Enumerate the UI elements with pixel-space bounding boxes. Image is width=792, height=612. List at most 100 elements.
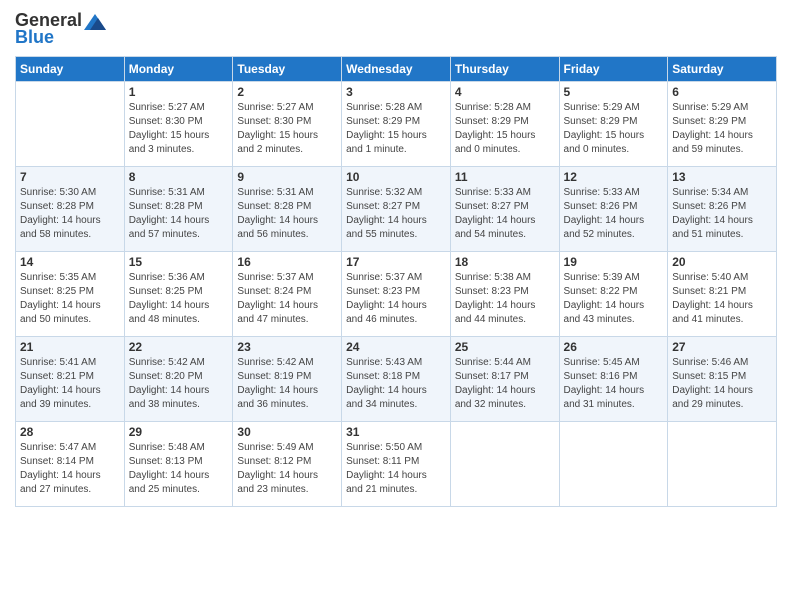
day-info: Sunrise: 5:46 AMSunset: 8:15 PMDaylight:…	[672, 356, 772, 412]
calendar-table: SundayMondayTuesdayWednesdayThursdayFrid…	[15, 56, 777, 507]
day-info: Sunrise: 5:38 AMSunset: 8:23 PMDaylight:…	[455, 271, 555, 327]
day-number: 26	[564, 340, 664, 354]
day-info: Sunrise: 5:35 AMSunset: 8:25 PMDaylight:…	[20, 271, 120, 327]
day-number: 30	[237, 425, 337, 439]
calendar-cell: 18Sunrise: 5:38 AMSunset: 8:23 PMDayligh…	[450, 252, 559, 337]
day-number: 15	[129, 255, 229, 269]
day-info: Sunrise: 5:45 AMSunset: 8:16 PMDaylight:…	[564, 356, 664, 412]
day-number: 29	[129, 425, 229, 439]
calendar-week-row: 14 Sunrise: 5:35 AMSunset: 8:25 PMDayligh…	[16, 252, 777, 337]
day-info: Sunrise: 5:40 AMSunset: 8:21 PMDaylight:…	[672, 271, 772, 327]
day-number: 8	[129, 170, 229, 184]
day-header-wednesday: Wednesday	[342, 57, 451, 82]
day-number: 20	[672, 255, 772, 269]
day-number: 19	[564, 255, 664, 269]
calendar-cell: 20 Sunrise: 5:40 AMSunset: 8:21 PMDayligh…	[668, 252, 777, 337]
day-header-thursday: Thursday	[450, 57, 559, 82]
calendar-cell	[16, 82, 125, 167]
day-number: 28	[20, 425, 120, 439]
day-header-saturday: Saturday	[668, 57, 777, 82]
day-number: 14	[20, 255, 120, 269]
day-info: Sunrise: 5:29 AMSunset: 8:29 PMDaylight:…	[564, 101, 664, 157]
day-number: 12	[564, 170, 664, 184]
calendar-cell	[450, 422, 559, 507]
calendar-week-row: 21 Sunrise: 5:41 AMSunset: 8:21 PMDayligh…	[16, 337, 777, 422]
day-number: 13	[672, 170, 772, 184]
day-info: Sunrise: 5:29 AMSunset: 8:29 PMDaylight:…	[672, 101, 772, 157]
calendar-header-row: SundayMondayTuesdayWednesdayThursdayFrid…	[16, 57, 777, 82]
calendar-cell: 29 Sunrise: 5:48 AMSunset: 8:13 PMDayligh…	[124, 422, 233, 507]
calendar-cell: 7 Sunrise: 5:30 AMSunset: 8:28 PMDaylight…	[16, 167, 125, 252]
day-number: 11	[455, 170, 555, 184]
day-header-monday: Monday	[124, 57, 233, 82]
calendar-cell: 24 Sunrise: 5:43 AMSunset: 8:18 PMDayligh…	[342, 337, 451, 422]
calendar-cell: 8 Sunrise: 5:31 AMSunset: 8:28 PMDaylight…	[124, 167, 233, 252]
day-info: Sunrise: 5:41 AMSunset: 8:21 PMDaylight:…	[20, 356, 120, 412]
day-info: Sunrise: 5:34 AMSunset: 8:26 PMDaylight:…	[672, 186, 772, 242]
day-info: Sunrise: 5:31 AMSunset: 8:28 PMDaylight:…	[237, 186, 337, 242]
day-info: Sunrise: 5:28 AMSunset: 8:29 PMDaylight:…	[346, 101, 446, 157]
day-info: Sunrise: 5:50 AMSunset: 8:11 PMDaylight:…	[346, 441, 446, 497]
calendar-cell: 31 Sunrise: 5:50 AMSunset: 8:11 PMDayligh…	[342, 422, 451, 507]
calendar-week-row: 28 Sunrise: 5:47 AMSunset: 8:14 PMDayligh…	[16, 422, 777, 507]
day-info: Sunrise: 5:49 AMSunset: 8:12 PMDaylight:…	[237, 441, 337, 497]
calendar-cell: 11 Sunrise: 5:33 AMSunset: 8:27 PMDayligh…	[450, 167, 559, 252]
day-number: 10	[346, 170, 446, 184]
calendar-cell: 14 Sunrise: 5:35 AMSunset: 8:25 PMDayligh…	[16, 252, 125, 337]
day-info: Sunrise: 5:31 AMSunset: 8:28 PMDaylight:…	[129, 186, 229, 242]
day-info: Sunrise: 5:27 AMSunset: 8:30 PMDaylight:…	[129, 101, 229, 157]
calendar-cell	[668, 422, 777, 507]
day-number: 3	[346, 85, 446, 99]
calendar-cell: 23 Sunrise: 5:42 AMSunset: 8:19 PMDayligh…	[233, 337, 342, 422]
day-number: 25	[455, 340, 555, 354]
day-info: Sunrise: 5:42 AMSunset: 8:20 PMDaylight:…	[129, 356, 229, 412]
calendar-cell: 22 Sunrise: 5:42 AMSunset: 8:20 PMDayligh…	[124, 337, 233, 422]
calendar-cell: 28 Sunrise: 5:47 AMSunset: 8:14 PMDayligh…	[16, 422, 125, 507]
calendar-cell: 30 Sunrise: 5:49 AMSunset: 8:12 PMDayligh…	[233, 422, 342, 507]
day-number: 6	[672, 85, 772, 99]
calendar-cell: 12 Sunrise: 5:33 AMSunset: 8:26 PMDayligh…	[559, 167, 668, 252]
day-number: 7	[20, 170, 120, 184]
day-info: Sunrise: 5:33 AMSunset: 8:27 PMDaylight:…	[455, 186, 555, 242]
day-info: Sunrise: 5:48 AMSunset: 8:13 PMDaylight:…	[129, 441, 229, 497]
day-number: 5	[564, 85, 664, 99]
calendar-body: 1 Sunrise: 5:27 AMSunset: 8:30 PMDaylight…	[16, 82, 777, 507]
day-number: 22	[129, 340, 229, 354]
day-number: 9	[237, 170, 337, 184]
day-number: 4	[455, 85, 555, 99]
calendar-cell: 10 Sunrise: 5:32 AMSunset: 8:27 PMDayligh…	[342, 167, 451, 252]
day-number: 24	[346, 340, 446, 354]
calendar-cell: 25Sunrise: 5:44 AMSunset: 8:17 PMDayligh…	[450, 337, 559, 422]
day-number: 23	[237, 340, 337, 354]
day-info: Sunrise: 5:43 AMSunset: 8:18 PMDaylight:…	[346, 356, 446, 412]
page-header: General Blue	[15, 10, 777, 48]
calendar-cell: 17 Sunrise: 5:37 AMSunset: 8:23 PMDayligh…	[342, 252, 451, 337]
day-info: Sunrise: 5:30 AMSunset: 8:28 PMDaylight:…	[20, 186, 120, 242]
day-info: Sunrise: 5:28 AMSunset: 8:29 PMDaylight:…	[455, 101, 555, 157]
calendar-cell: 27Sunrise: 5:46 AMSunset: 8:15 PMDayligh…	[668, 337, 777, 422]
day-info: Sunrise: 5:37 AMSunset: 8:23 PMDaylight:…	[346, 271, 446, 327]
day-header-friday: Friday	[559, 57, 668, 82]
calendar-cell: 13 Sunrise: 5:34 AMSunset: 8:26 PMDayligh…	[668, 167, 777, 252]
day-number: 17	[346, 255, 446, 269]
day-info: Sunrise: 5:32 AMSunset: 8:27 PMDaylight:…	[346, 186, 446, 242]
day-number: 2	[237, 85, 337, 99]
day-info: Sunrise: 5:47 AMSunset: 8:14 PMDaylight:…	[20, 441, 120, 497]
calendar-cell: 6 Sunrise: 5:29 AMSunset: 8:29 PMDaylight…	[668, 82, 777, 167]
day-number: 31	[346, 425, 446, 439]
calendar-cell: 19Sunrise: 5:39 AMSunset: 8:22 PMDayligh…	[559, 252, 668, 337]
calendar-cell: 16Sunrise: 5:37 AMSunset: 8:24 PMDayligh…	[233, 252, 342, 337]
calendar-cell: 9 Sunrise: 5:31 AMSunset: 8:28 PMDaylight…	[233, 167, 342, 252]
day-info: Sunrise: 5:33 AMSunset: 8:26 PMDaylight:…	[564, 186, 664, 242]
day-info: Sunrise: 5:37 AMSunset: 8:24 PMDaylight:…	[237, 271, 337, 327]
day-number: 1	[129, 85, 229, 99]
calendar-week-row: 1 Sunrise: 5:27 AMSunset: 8:30 PMDaylight…	[16, 82, 777, 167]
day-number: 21	[20, 340, 120, 354]
day-info: Sunrise: 5:42 AMSunset: 8:19 PMDaylight:…	[237, 356, 337, 412]
logo-blue-text: Blue	[15, 27, 54, 48]
day-info: Sunrise: 5:36 AMSunset: 8:25 PMDaylight:…	[129, 271, 229, 327]
calendar-cell: 5 Sunrise: 5:29 AMSunset: 8:29 PMDaylight…	[559, 82, 668, 167]
calendar-cell: 21 Sunrise: 5:41 AMSunset: 8:21 PMDayligh…	[16, 337, 125, 422]
day-header-sunday: Sunday	[16, 57, 125, 82]
logo: General Blue	[15, 10, 106, 48]
